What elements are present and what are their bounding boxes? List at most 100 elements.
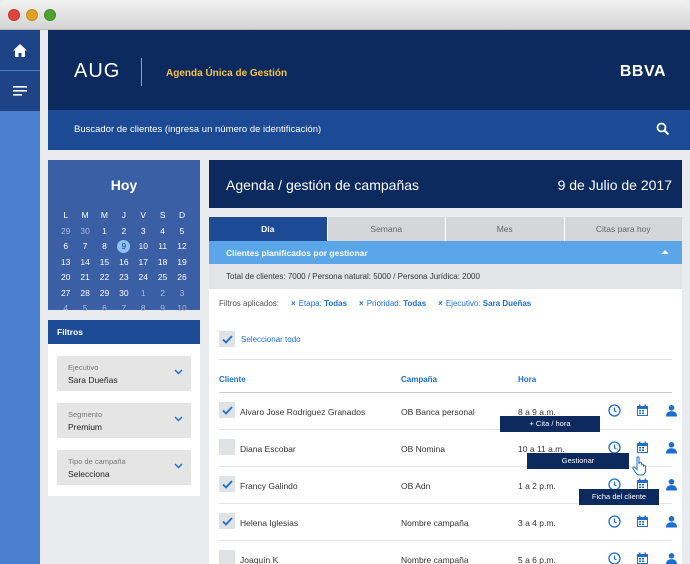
calendar-icon[interactable] [636,441,649,454]
client-profile-button[interactable] [665,441,678,459]
calendar-day[interactable]: 29 [95,286,114,302]
calendar-icon[interactable] [636,404,649,417]
calendar-week-row: 20 21 22 23 24 25 26 [56,270,192,286]
calendar-day[interactable]: 3 [172,286,191,302]
calendar-day[interactable]: 10 [134,239,153,255]
tab-mes[interactable]: Mes [446,217,565,241]
calendar-day[interactable]: 22 [95,270,114,286]
calendar-day[interactable]: 1 [134,286,153,302]
remove-filter-icon[interactable]: × [359,299,364,308]
clock-icon[interactable] [608,552,621,564]
schedule-time-button[interactable] [608,552,621,564]
calendar-day[interactable]: 3 [134,224,153,240]
calendar-day[interactable]: 25 [153,270,172,286]
schedule-time-button[interactable] [608,515,621,533]
calendar-day[interactable]: 16 [114,255,133,271]
row-checkbox[interactable] [219,513,235,529]
calendar-day[interactable]: 20 [56,270,75,286]
calendar-day[interactable]: 29 [56,224,75,240]
minimize-window-button[interactable] [26,9,38,21]
tab-semana[interactable]: Semana [327,217,446,241]
calendar-day[interactable]: 4 [153,224,172,240]
user-icon[interactable] [665,552,678,564]
tab-dia[interactable]: Día [209,217,328,241]
ejecutivo-select[interactable]: Ejecutivo Sara Dueñas [57,356,191,391]
schedule-time-button[interactable] [608,404,621,422]
home-nav-button[interactable] [0,30,40,70]
calendar-day[interactable]: 30 [75,224,94,240]
planned-clients-accordion[interactable]: Clientes planificados por gestionar [209,241,682,264]
row-checkbox[interactable] [219,439,235,455]
calendar-day[interactable]: 4 [56,301,75,317]
calendar-day[interactable]: 7 [114,301,133,317]
select-all[interactable]: Seleccionar todo [219,331,301,347]
clock-icon[interactable] [608,515,621,528]
filter-chip-etapa[interactable]: × Etapa: Todas [291,299,347,308]
client-profile-button[interactable] [665,552,678,564]
calendar-day[interactable]: 24 [134,270,153,286]
filters-title: Filtros [48,320,200,344]
tipo-campana-select[interactable]: Tipo de campaña Selecciona [57,450,191,485]
column-header-hora[interactable]: Hora [518,375,536,384]
filter-chip-ejecutivo[interactable]: × Ejecutivo: Sara Dueñas [438,299,531,308]
calendar-day[interactable]: 9 [153,301,172,317]
calendar-day[interactable]: 2 [114,224,133,240]
calendar-day-number: 26 [177,272,187,282]
row-checkbox[interactable] [219,476,235,492]
column-header-cliente[interactable]: Cliente [219,375,246,384]
calendar-day[interactable]: 8 [95,239,114,255]
calendar-day[interactable]: 5 [75,301,94,317]
row-checkbox[interactable] [219,402,235,418]
chevron-up-icon[interactable] [661,249,669,255]
menu-nav-button[interactable] [0,71,40,111]
client-profile-button[interactable] [665,515,678,533]
calendar-day[interactable]: 15 [95,255,114,271]
calendar-day[interactable]: 5 [172,224,191,240]
calendar-day[interactable]: 13 [56,255,75,271]
calendar-day[interactable]: 26 [172,270,191,286]
client-profile-button[interactable] [665,404,678,422]
client-search-bar[interactable]: Buscador de clientes (ingresa un número … [48,110,690,150]
column-header-campana[interactable]: Campaña [401,375,437,384]
calendar-day[interactable]: 8 [134,301,153,317]
calendar-day[interactable]: 14 [75,255,94,271]
calendar-day[interactable]: 6 [95,301,114,317]
calendar-day[interactable]: 10 [172,301,191,317]
manage-button[interactable] [636,404,649,422]
calendar-day[interactable]: 23 [114,270,133,286]
calendar-day[interactable]: 2 [153,286,172,302]
calendar-day[interactable]: 1 [95,224,114,240]
calendar-day[interactable]: 27 [56,286,75,302]
row-checkbox[interactable] [219,550,235,564]
maximize-window-button[interactable] [44,9,56,21]
remove-filter-icon[interactable]: × [291,299,296,308]
calendar-day[interactable]: 19 [172,255,191,271]
close-window-button[interactable] [8,9,20,21]
user-icon[interactable] [665,515,678,528]
calendar-icon[interactable] [636,552,649,564]
user-icon[interactable] [665,478,678,491]
user-icon[interactable] [665,441,678,454]
calendar-day[interactable]: 30 [114,286,133,302]
manage-button[interactable] [636,515,649,533]
user-icon[interactable] [665,404,678,417]
calendar-day[interactable]: 12 [172,239,191,255]
calendar-day[interactable]: 6 [56,239,75,255]
manage-button[interactable] [636,552,649,564]
select-all-checkbox[interactable] [219,331,235,347]
tab-citas-hoy[interactable]: Citas para hoy [564,217,682,241]
client-profile-button[interactable] [665,478,678,496]
remove-filter-icon[interactable]: × [438,299,443,308]
calendar-day[interactable]: 17 [134,255,153,271]
clock-icon[interactable] [608,404,621,417]
filter-chip-prioridad[interactable]: × Prioridad: Todas [359,299,426,308]
calendar-day[interactable]: 11 [153,239,172,255]
calendar-day[interactable]: 7 [75,239,94,255]
calendar-day[interactable]: 21 [75,270,94,286]
calendar-day-selected[interactable]: 9 [114,239,133,255]
segmento-select[interactable]: Segmento Premium [57,403,191,438]
calendar-day[interactable]: 28 [75,286,94,302]
calendar-day[interactable]: 18 [153,255,172,271]
calendar-icon[interactable] [636,515,649,528]
search-icon[interactable] [656,122,670,136]
